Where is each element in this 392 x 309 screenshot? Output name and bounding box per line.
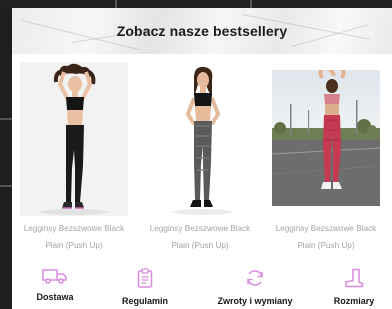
frame-divider (0, 118, 12, 120)
product-image[interactable] (146, 62, 254, 216)
bestsellers-header: Zobacz nasze bestsellery (12, 8, 392, 54)
feature-label: Dostawa (36, 292, 74, 302)
product-name[interactable]: Legginsy Bezszwowe Black Plain (Push Up) (264, 220, 388, 254)
product-image[interactable] (272, 70, 380, 206)
return-cycle-icon (247, 270, 263, 286)
feature-returns[interactable]: Zwroty i wymiany (212, 268, 298, 306)
frame-divider (250, 0, 252, 8)
clipboard-icon (137, 268, 153, 288)
product-name[interactable]: Legginsy Bezszwowe Black Plain (Push Up) (12, 220, 136, 254)
product-image[interactable] (20, 62, 128, 216)
product-name[interactable]: Legginsy Bezszwowe Black Plain (Push Up) (138, 220, 262, 254)
feature-label: Regulamin (121, 296, 168, 306)
feature-delivery[interactable]: Dostawa (30, 268, 80, 302)
section-title: Zobacz nasze bestsellery (116, 23, 288, 39)
frame-divider (115, 0, 117, 8)
feature-terms[interactable]: Regulamin (115, 268, 175, 306)
bestsellers-section: Zobacz nasze bestsellery Legginsy Bezszw… (12, 8, 392, 309)
feature-sizes[interactable]: Rozmiary (328, 268, 380, 306)
feature-label: Rozmiary (333, 296, 375, 306)
feature-label: Zwroty i wymiany (217, 296, 293, 306)
product-carousel[interactable]: Legginsy Bezszwowe BlackPlain (Push Up) (12, 62, 392, 262)
frame-divider (0, 0, 392, 8)
truck-icon (42, 269, 67, 284)
boot-icon (345, 268, 364, 288)
frame-divider (0, 185, 12, 187)
